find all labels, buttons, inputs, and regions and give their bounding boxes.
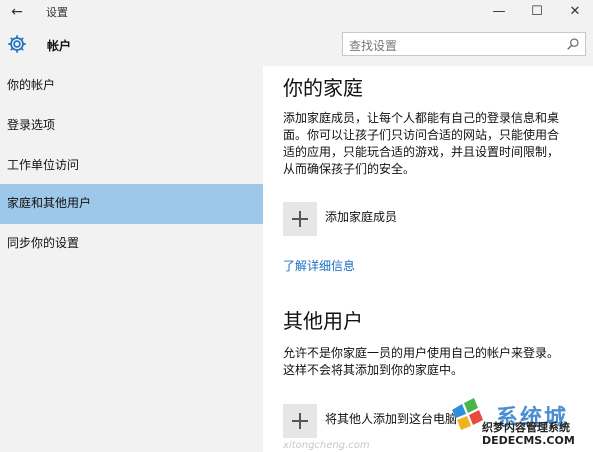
sidebar-item-label: 家庭和其他用户 bbox=[7, 196, 92, 210]
add-family-member-button[interactable]: 添加家庭成员 bbox=[283, 202, 583, 236]
sidebar-item-label: 工作单位访问 bbox=[7, 158, 80, 172]
family-heading: 你的家庭 bbox=[283, 76, 363, 100]
back-arrow-icon[interactable]: ← bbox=[7, 2, 27, 22]
add-other-user-label: 将其他人添加到这台电脑 bbox=[325, 412, 458, 426]
main-content: 你的家庭 添加家庭成员，让每个人都能有自己的登录信息和桌 面。你可以让孩子们只访… bbox=[263, 66, 593, 452]
other-users-description-line: 允许不是你家庭一员的用户使用自己的帐户来登录。 bbox=[283, 346, 560, 360]
title-bar: ← 设置 — ☐ ✕ bbox=[0, 0, 593, 24]
sidebar-item-family-other-users[interactable]: 家庭和其他用户 bbox=[0, 184, 263, 224]
page-header: 帐户 查找设置 bbox=[0, 24, 593, 66]
sidebar-item-your-account[interactable]: 你的帐户 bbox=[0, 66, 263, 106]
learn-more-link[interactable]: 了解详细信息 bbox=[283, 257, 355, 274]
plus-icon bbox=[283, 404, 317, 438]
add-family-member-label: 添加家庭成员 bbox=[325, 210, 398, 224]
sidebar-item-sign-in-options[interactable]: 登录选项 bbox=[0, 106, 263, 146]
search-icon[interactable] bbox=[566, 37, 580, 51]
sidebar-item-label: 登录选项 bbox=[7, 118, 56, 132]
other-users-description-line: 这样不会将其添加到你的家庭中。 bbox=[283, 363, 464, 377]
plus-icon bbox=[283, 202, 317, 236]
sidebar-item-work-access[interactable]: 工作单位访问 bbox=[0, 146, 263, 186]
sidebar-item-label: 你的帐户 bbox=[7, 78, 56, 92]
family-description: 添加家庭成员，让每个人都能有自己的登录信息和桌 面。你可以让孩子们只访问合适的网… bbox=[283, 110, 559, 178]
sidebar: 你的帐户 登录选项 工作单位访问 家庭和其他用户 同步你的设置 bbox=[0, 66, 263, 452]
family-description-line: 添加家庭成员，让每个人都能有自己的登录信息和桌 bbox=[283, 111, 560, 125]
page-title: 帐户 bbox=[47, 39, 72, 53]
minimize-button[interactable]: — bbox=[481, 0, 517, 24]
other-users-description: 允许不是你家庭一员的用户使用自己的帐户来登录。 这样不会将其添加到你的家庭中。 bbox=[283, 345, 559, 379]
family-description-line: 面。你可以让孩子们只访问合适的网站，只能使用合 bbox=[283, 128, 560, 142]
family-description-line: 从而确保孩子们的安全。 bbox=[283, 162, 416, 176]
maximize-button[interactable]: ☐ bbox=[519, 0, 555, 24]
add-other-user-button[interactable]: 将其他人添加到这台电脑 bbox=[283, 404, 583, 438]
sidebar-item-sync-settings[interactable]: 同步你的设置 bbox=[0, 224, 263, 264]
close-button[interactable]: ✕ bbox=[557, 0, 593, 24]
other-users-heading: 其他用户 bbox=[283, 309, 363, 333]
family-description-line: 适的应用，只能玩合适的游戏，并且设置时间限制， bbox=[283, 145, 560, 159]
search-placeholder: 查找设置 bbox=[349, 39, 398, 53]
gear-icon bbox=[8, 35, 26, 53]
window-title: 设置 bbox=[46, 6, 68, 19]
sidebar-item-label: 同步你的设置 bbox=[7, 236, 80, 250]
search-input[interactable]: 查找设置 bbox=[342, 32, 586, 56]
watermark-faint-url: xitongcheng.com bbox=[283, 440, 370, 451]
